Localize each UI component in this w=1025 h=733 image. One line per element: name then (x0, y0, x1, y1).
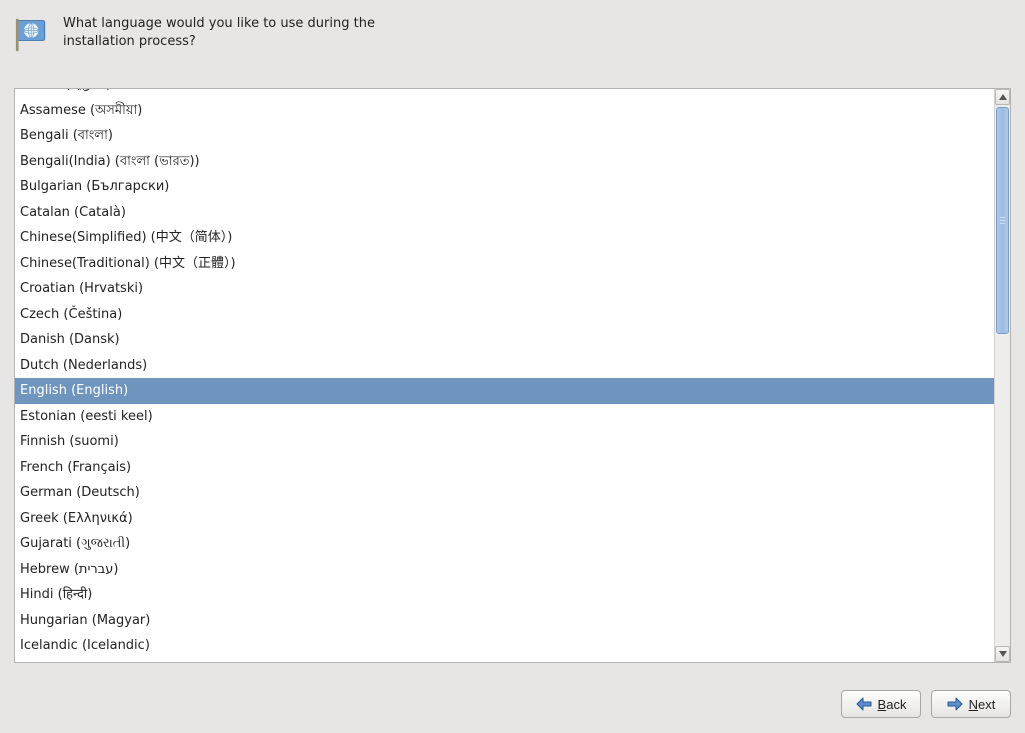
language-item[interactable]: Hungarian (Magyar) (15, 608, 994, 634)
language-item[interactable]: Iloko (Iloko) (15, 659, 994, 663)
header: What language would you like to use duri… (0, 0, 1025, 63)
language-item[interactable]: Assamese (অসমীয়া) (15, 98, 994, 124)
language-item[interactable]: Bulgarian (Български) (15, 174, 994, 200)
language-item[interactable]: Hebrew (עברית) (15, 557, 994, 583)
back-button-label: Back (878, 697, 907, 712)
arrow-right-icon (947, 697, 963, 711)
next-button[interactable]: Next (931, 690, 1011, 718)
language-item[interactable]: Hindi (हिन्दी) (15, 582, 994, 608)
language-list-container: Arabic (العربية)Assamese (অসমীয়া)Bengal… (14, 88, 1011, 663)
language-item[interactable]: Bengali (বাংলা) (15, 123, 994, 149)
language-item[interactable]: Czech (Čeština) (15, 302, 994, 328)
language-item[interactable]: Chinese(Traditional) (中文（正體）) (15, 251, 994, 277)
language-item[interactable]: Bengali(India) (বাংলা (ভারত)) (15, 149, 994, 175)
language-item[interactable]: Finnish (suomi) (15, 429, 994, 455)
language-item[interactable]: Arabic (العربية) (15, 89, 994, 98)
header-prompt: What language would you like to use duri… (63, 15, 383, 51)
language-item[interactable]: French (Français) (15, 455, 994, 481)
language-item[interactable]: Gujarati (ગુજરાતી) (15, 531, 994, 557)
next-button-label: Next (969, 697, 996, 712)
back-button[interactable]: Back (841, 690, 921, 718)
language-item[interactable]: Chinese(Simplified) (中文（简体）) (15, 225, 994, 251)
footer-buttons: Back Next (841, 690, 1011, 718)
scroll-down-button[interactable] (995, 646, 1010, 662)
language-item[interactable]: Icelandic (Icelandic) (15, 633, 994, 659)
arrow-left-icon (856, 697, 872, 711)
language-item[interactable]: German (Deutsch) (15, 480, 994, 506)
language-item[interactable]: Catalan (Català) (15, 200, 994, 226)
language-list[interactable]: Arabic (العربية)Assamese (অসমীয়া)Bengal… (15, 89, 994, 662)
language-item[interactable]: Dutch (Nederlands) (15, 353, 994, 379)
language-item[interactable]: English (English) (15, 378, 994, 404)
scroll-up-button[interactable] (995, 89, 1010, 105)
globe-flag-icon (15, 17, 51, 53)
scroll-thumb[interactable] (996, 107, 1009, 334)
language-item[interactable]: Croatian (Hrvatski) (15, 276, 994, 302)
language-item[interactable]: Greek (Ελληνικά) (15, 506, 994, 532)
language-item[interactable]: Estonian (eesti keel) (15, 404, 994, 430)
language-list-viewport: Arabic (العربية)Assamese (অসমীয়া)Bengal… (15, 89, 994, 662)
scrollbar[interactable] (994, 89, 1010, 662)
scroll-track[interactable] (995, 105, 1010, 646)
language-item[interactable]: Danish (Dansk) (15, 327, 994, 353)
